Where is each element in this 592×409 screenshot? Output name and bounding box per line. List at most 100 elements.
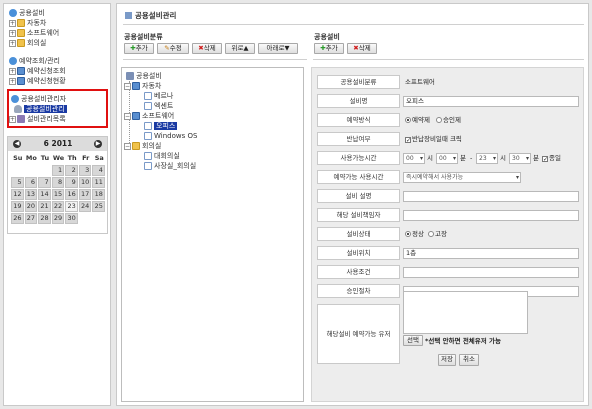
collapse-icon[interactable]: − (124, 82, 131, 90)
tree-leaf[interactable]: 베르나 (144, 91, 173, 101)
return-checkbox-row: ✓반납장비일때 크릭 (405, 135, 462, 144)
allowed-users-textarea[interactable] (403, 291, 528, 334)
tree-item-software[interactable]: + 소프트웨어 (9, 28, 59, 38)
calendar-day[interactable]: 24 (78, 201, 92, 212)
save-button[interactable]: 저장 (438, 354, 456, 366)
select-users-button[interactable]: 선택 (403, 335, 423, 346)
tree-item-reservation-status[interactable]: + 예약신청현황 (9, 76, 66, 86)
calendar-day[interactable]: 1 (51, 165, 65, 176)
tree-item-car[interactable]: + 자동차 (9, 18, 46, 28)
calendar-day[interactable]: 17 (78, 189, 92, 200)
calendar-day[interactable]: 10 (78, 177, 92, 188)
status-radios: 정상 고장 (405, 228, 447, 240)
label-status: 설비상태 (317, 227, 400, 241)
calendar-empty-cell (25, 165, 38, 176)
expand-icon[interactable]: + (9, 29, 16, 37)
label-available-time: 사용가능시간 (317, 151, 400, 165)
name-input[interactable]: 오피스 (403, 96, 579, 107)
monitor-icon (17, 67, 25, 75)
category-add-button[interactable]: ✚추가 (124, 43, 154, 54)
calendar-day[interactable]: 4 (92, 165, 105, 176)
calendar-day[interactable]: 3 (78, 165, 92, 176)
calendar-day[interactable]: 5 (11, 177, 24, 188)
radio-reserve[interactable] (405, 117, 411, 123)
calendar-day[interactable]: 16 (65, 189, 78, 200)
radio-approve[interactable] (436, 117, 443, 123)
next-month-icon[interactable]: ▶ (94, 140, 102, 148)
manager-input[interactable] (403, 210, 579, 221)
radio-normal[interactable] (405, 231, 411, 237)
cancel-button[interactable]: 취소 (459, 354, 479, 366)
category-delete-button[interactable]: ✖삭제 (192, 43, 222, 54)
calendar-day[interactable]: 8 (51, 177, 65, 188)
start-min-select[interactable]: 00 (436, 153, 458, 164)
tree-leaf[interactable]: 대회의실 (144, 151, 180, 161)
calendar-day[interactable]: 26 (11, 213, 24, 224)
label-return: 반납여부 (317, 132, 400, 146)
description-input[interactable] (403, 191, 579, 202)
calendar-day[interactable]: 19 (11, 201, 24, 212)
usage-select[interactable]: 즉시예약해서 사용가능 (403, 172, 521, 183)
calendar-empty-cell (11, 165, 24, 176)
calendar-day[interactable]: 27 (24, 213, 38, 224)
equipment-section-title: 공용설비 (314, 33, 340, 41)
calendar-day[interactable]: 6 (24, 177, 38, 188)
expand-icon[interactable]: + (9, 67, 16, 75)
calendar-day[interactable]: 9 (65, 177, 78, 188)
all-day-checkbox[interactable]: ✓ (542, 156, 548, 163)
tree-leaf-selected[interactable]: 오피스 (144, 121, 178, 131)
return-checkbox[interactable]: ✓ (405, 137, 411, 144)
calendar-day[interactable]: 12 (11, 189, 24, 200)
category-down-button[interactable]: 아래로▼ (258, 43, 298, 54)
location-input[interactable]: 1층 (403, 248, 579, 259)
tree-node-meeting[interactable]: − 회의실 (124, 141, 161, 151)
calendar-day[interactable]: 30 (65, 213, 78, 224)
calendar-day[interactable]: 22 (51, 201, 65, 212)
expand-icon[interactable]: + (9, 77, 16, 85)
calendar-day[interactable]: 2 (65, 165, 78, 176)
tree-root-reservation[interactable]: 예약조회/관리 (9, 56, 60, 66)
weekday-label: Sa (94, 154, 104, 162)
calendar-day[interactable]: 14 (38, 189, 51, 200)
tree-node-car[interactable]: − 자동차 (124, 81, 161, 91)
prev-month-icon[interactable]: ◀ (13, 140, 21, 148)
equipment-delete-button[interactable]: ✖삭제 (347, 43, 377, 54)
category-edit-button[interactable]: ✎수정 (157, 43, 189, 54)
category-up-button[interactable]: 위로▲ (225, 43, 255, 54)
calendar-day[interactable]: 28 (38, 213, 51, 224)
label-approval: 승인절차 (317, 284, 400, 298)
category-divider (123, 59, 307, 60)
folder-icon (17, 29, 25, 37)
conditions-input[interactable] (403, 267, 579, 278)
tree-leaf[interactable]: Windows OS (144, 131, 197, 141)
calendar-day[interactable]: 21 (38, 201, 51, 212)
expand-icon[interactable]: + (9, 19, 16, 27)
calendar-day[interactable]: 7 (38, 177, 51, 188)
equipment-add-button[interactable]: ✚추가 (314, 43, 344, 54)
radio-broken[interactable] (428, 231, 435, 237)
calendar-day[interactable]: 29 (51, 213, 65, 224)
collapse-icon[interactable]: − (124, 142, 131, 150)
calendar-day[interactable]: 23 (65, 201, 78, 212)
tree-item-meeting[interactable]: + 회의실 (9, 38, 46, 48)
collapse-icon[interactable]: − (124, 112, 131, 120)
start-hour-select[interactable]: 00 (403, 153, 425, 164)
tree-node-software[interactable]: − 소프트웨어 (124, 111, 174, 121)
end-hour-select[interactable]: 23 (476, 153, 498, 164)
tree-item-reservation-query[interactable]: + 예약신청조회 (9, 66, 66, 76)
tree-leaf[interactable]: 사장실_회의실 (144, 161, 196, 171)
category-value: 소프트웨어 (405, 78, 435, 86)
calendar-day[interactable]: 13 (24, 189, 38, 200)
calendar-day[interactable]: 20 (24, 201, 38, 212)
end-min-select[interactable]: 30 (509, 153, 531, 164)
tree-leaf[interactable]: 엑센트 (144, 101, 173, 111)
calendar-day[interactable]: 18 (92, 189, 105, 200)
calendar-day[interactable]: 15 (51, 189, 65, 200)
expand-icon[interactable]: + (9, 39, 16, 47)
tree-root-equipment[interactable]: 공용설비 (9, 8, 45, 18)
document-icon (144, 152, 152, 160)
calendar-day[interactable]: 11 (92, 177, 105, 188)
calendar-day[interactable]: 25 (92, 201, 105, 212)
calendar-header: ◀ 6 2011 ▶ (8, 137, 107, 151)
tree-root[interactable]: 공용설비 (126, 71, 162, 81)
